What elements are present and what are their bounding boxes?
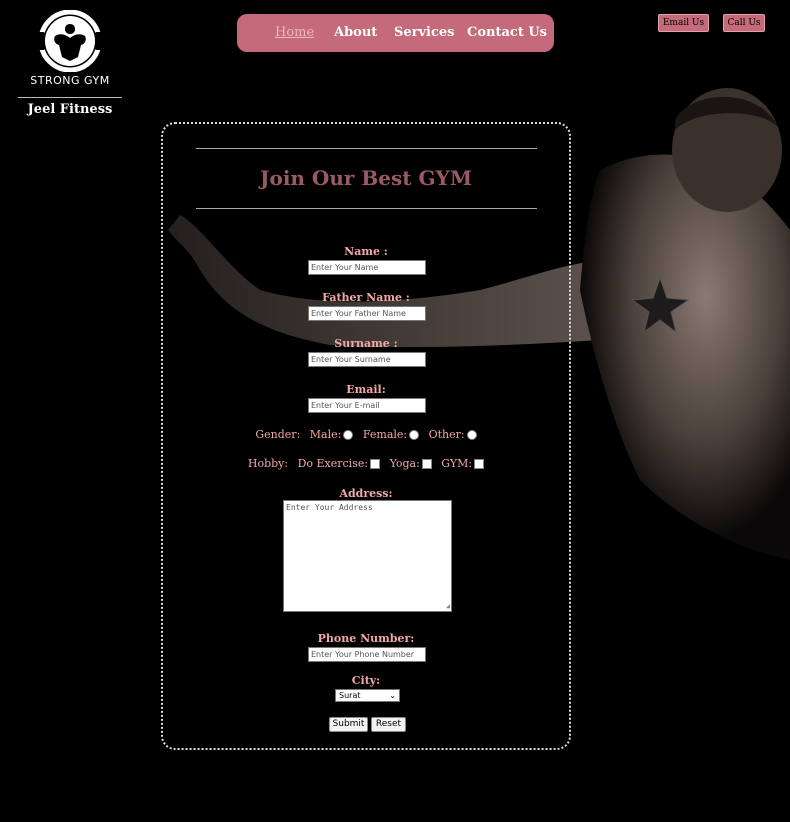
hobby-label: Hobby: — [247, 457, 289, 470]
gender-other-label: Other: — [428, 428, 465, 441]
gender-other-radio[interactable] — [466, 430, 477, 440]
phone-input[interactable]: Enter Your Phone Number — [308, 647, 426, 662]
hobby-exercise-checkbox[interactable] — [370, 459, 381, 469]
address-textarea[interactable]: Enter Your Address ◢ — [283, 500, 452, 612]
hobby-yoga-label: Yoga: — [389, 457, 420, 470]
chevron-down-icon: ⌄ — [389, 691, 396, 700]
surname-input[interactable]: Enter Your Surname — [308, 352, 426, 367]
hobby-exercise-label: Do Exercise: — [297, 457, 369, 470]
title-top-divider — [196, 148, 537, 149]
address-label: Address: — [339, 487, 393, 500]
logo-divider — [18, 97, 122, 98]
form-title: Join Our Best GYM — [260, 166, 472, 190]
hobby-gym-checkbox[interactable] — [474, 459, 485, 469]
gender-female-label: Female: — [362, 428, 408, 441]
call-us-button[interactable]: Call Us — [723, 14, 765, 32]
logo-text: STRONG GYM — [30, 74, 110, 87]
email-us-button[interactable]: Email Us — [658, 14, 709, 32]
phone-label: Phone Number: — [317, 632, 415, 645]
father-name-label: Father Name : — [322, 291, 410, 304]
gender-female-radio[interactable] — [409, 430, 420, 440]
hobby-gym-label: GYM: — [441, 457, 473, 470]
address-placeholder: Enter Your Address — [286, 503, 373, 512]
city-label: City: — [351, 674, 381, 687]
city-select[interactable]: Surat ⌄ — [335, 689, 400, 702]
name-input[interactable]: Enter Your Name — [308, 260, 426, 275]
nav-services[interactable]: Services — [394, 25, 455, 40]
title-bottom-divider — [196, 208, 537, 209]
gender-male-label: Male: — [309, 428, 342, 441]
nav-contact-us[interactable]: Contact Us — [467, 25, 547, 40]
reset-button[interactable]: Reset — [371, 717, 406, 732]
father-name-input[interactable]: Enter Your Father Name — [308, 306, 426, 321]
submit-button[interactable]: Submit — [329, 717, 368, 732]
brand-logo: STRONG GYM Jeel Fitness — [18, 10, 122, 117]
email-label: Email: — [346, 383, 386, 396]
email-input[interactable]: Enter Your E-mail — [308, 398, 426, 413]
resize-handle-icon[interactable]: ◢ — [446, 602, 450, 610]
main-nav: Home About Services Contact Us — [237, 14, 554, 52]
city-selected-value: Surat — [339, 691, 361, 700]
name-label: Name : — [344, 245, 388, 258]
hobby-yoga-checkbox[interactable] — [421, 459, 432, 469]
gender-label: Gender: — [255, 428, 301, 441]
gym-logo-icon — [37, 10, 103, 72]
nav-home[interactable]: Home — [275, 25, 314, 40]
nav-about[interactable]: About — [334, 25, 377, 40]
gender-male-radio[interactable] — [343, 430, 354, 440]
surname-label: Surname : — [334, 337, 398, 350]
hobby-row: Hobby: Do Exercise: Yoga: GYM: — [161, 457, 571, 470]
gender-row: Gender: Male: Female: Other: — [161, 428, 571, 441]
brand-name: Jeel Fitness — [27, 102, 113, 117]
